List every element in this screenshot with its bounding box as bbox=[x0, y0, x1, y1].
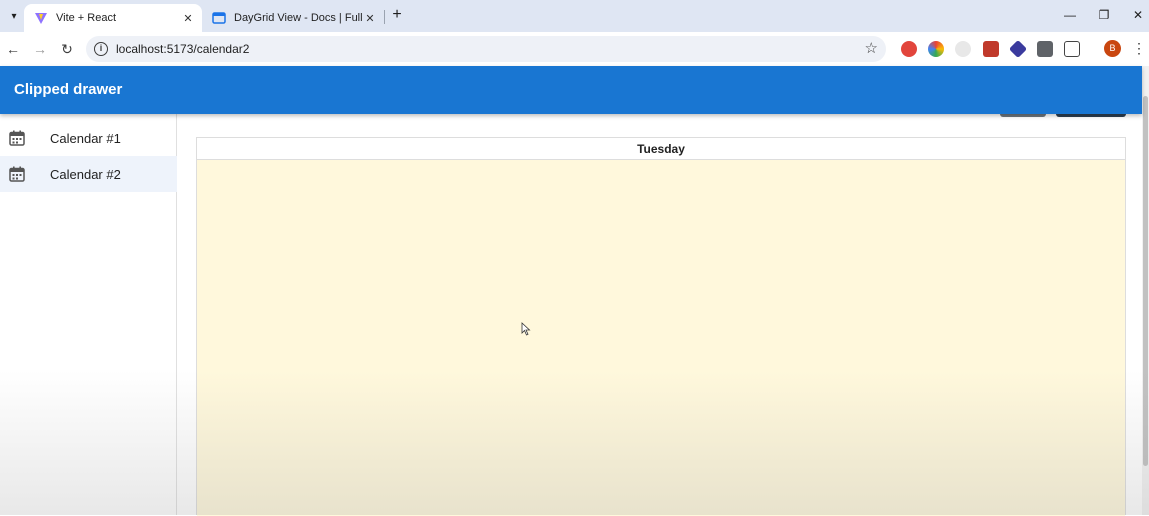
side-drawer: Calendar #1 Calendar #2 bbox=[0, 114, 177, 515]
tab-title: Vite + React bbox=[56, 12, 117, 24]
new-tab-plus-icon[interactable]: + bbox=[388, 6, 406, 24]
vite-logo-icon bbox=[34, 11, 48, 25]
browser-menu-icon[interactable]: ⋮ bbox=[1132, 38, 1146, 58]
fullcalendar-favicon-icon bbox=[212, 11, 226, 25]
browser-toolbar: ← → ↻ i localhost:5173/calendar2 ☆ bbox=[0, 32, 1149, 66]
tab-title: DayGrid View - Docs | FullCale bbox=[234, 12, 362, 24]
profile-avatar[interactable]: B bbox=[1104, 40, 1121, 57]
drawer-item-calendar-1[interactable]: Calendar #1 bbox=[0, 120, 177, 156]
calendar-icon bbox=[9, 130, 25, 146]
address-bar[interactable]: i localhost:5173/calendar2 ☆ bbox=[86, 36, 886, 62]
site-info-icon[interactable]: i bbox=[94, 42, 108, 56]
mouse-cursor-icon bbox=[521, 322, 531, 336]
extension-white-icon[interactable] bbox=[955, 41, 971, 57]
minimize-icon[interactable]: — bbox=[1060, 6, 1080, 24]
extension-color-wheel-icon[interactable] bbox=[928, 41, 944, 57]
drawer-item-calendar-2[interactable]: Calendar #2 bbox=[0, 156, 177, 192]
reload-icon[interactable]: ↻ bbox=[56, 38, 78, 60]
extension-diamond-icon[interactable] bbox=[1008, 39, 1028, 59]
scrollbar-thumb[interactable] bbox=[1143, 96, 1148, 466]
forward-arrow-icon[interactable]: → bbox=[29, 38, 51, 60]
restore-icon[interactable]: ❐ bbox=[1094, 6, 1114, 24]
today-day-cell[interactable] bbox=[197, 160, 1125, 516]
url-text[interactable]: localhost:5173/calendar2 bbox=[116, 42, 249, 56]
tab-close-icon[interactable]: ✕ bbox=[180, 10, 196, 26]
extension-bp-icon[interactable] bbox=[1037, 41, 1053, 57]
bookmark-star-icon[interactable]: ☆ bbox=[865, 39, 878, 57]
drawer-item-label: Calendar #1 bbox=[50, 130, 121, 146]
app-bar: Clipped drawer bbox=[0, 66, 1142, 114]
calendar-icon bbox=[9, 166, 25, 182]
drawer-item-label: Calendar #2 bbox=[50, 166, 121, 182]
tab-daygrid-docs[interactable]: DayGrid View - Docs | FullCale ✕ bbox=[204, 4, 384, 32]
tab-close-icon[interactable]: ✕ bbox=[362, 10, 378, 26]
back-arrow-icon[interactable]: ← bbox=[2, 38, 24, 60]
extensions-puzzle-icon[interactable] bbox=[1064, 41, 1080, 57]
window-close-icon[interactable]: ✕ bbox=[1128, 6, 1148, 24]
app-title: Clipped drawer bbox=[14, 81, 123, 98]
tab-search-chevron-icon[interactable]: ▾ bbox=[4, 6, 24, 26]
calendar-day-grid: Tuesday bbox=[196, 137, 1126, 516]
page-scrollbar[interactable] bbox=[1142, 66, 1149, 515]
extension-brown-icon[interactable] bbox=[983, 41, 999, 57]
extension-red-icon[interactable] bbox=[901, 41, 917, 57]
tab-separator bbox=[384, 10, 385, 24]
day-header: Tuesday bbox=[197, 138, 1125, 160]
tab-vite-react[interactable]: Vite + React ✕ bbox=[24, 4, 202, 32]
browser-tab-strip: ▾ Vite + React ✕ DayGrid View - Docs | F… bbox=[0, 0, 1149, 32]
